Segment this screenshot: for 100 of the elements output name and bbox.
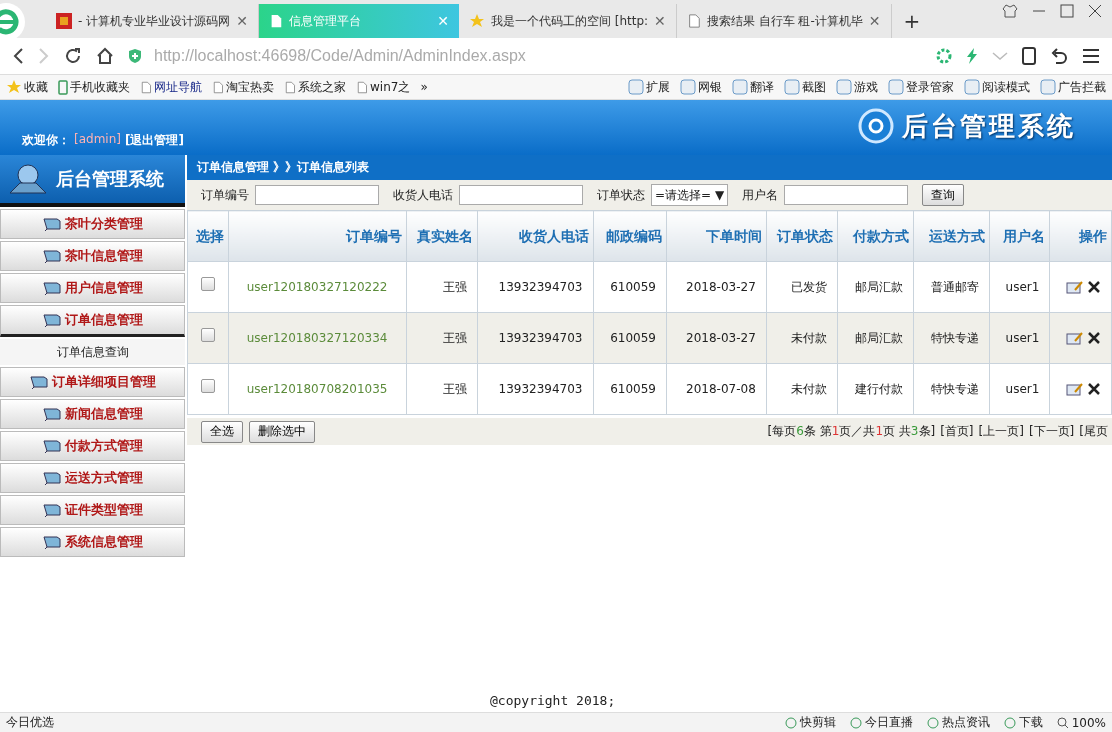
- action-button[interactable]: 删除选中: [249, 420, 315, 443]
- column-header: 邮政编码: [593, 210, 667, 262]
- chevron-down-icon[interactable]: [992, 51, 1008, 61]
- more-bookmarks-button[interactable]: »: [420, 80, 428, 94]
- input-field[interactable]: [784, 185, 909, 205]
- table-cell: 2018-03-27: [666, 312, 767, 364]
- toolbar-item[interactable]: 游戏: [836, 78, 878, 96]
- status-item[interactable]: 快剪辑: [784, 714, 836, 731]
- tablet-icon[interactable]: [1022, 47, 1036, 65]
- status-icon: [926, 716, 939, 729]
- input-field[interactable]: [255, 185, 379, 205]
- forward-icon[interactable]: [38, 48, 50, 64]
- tab-close-button[interactable]: ✕: [654, 13, 666, 29]
- tab-close-button[interactable]: ✕: [236, 13, 248, 29]
- pager-link[interactable]: [尾页: [1079, 423, 1108, 440]
- sidebar-menu-item[interactable]: 茶叶信息管理: [0, 241, 185, 271]
- delete-icon[interactable]: [1087, 382, 1101, 396]
- toolbar-item[interactable]: 扩展: [628, 78, 670, 96]
- delete-icon[interactable]: [1087, 331, 1101, 345]
- table-cell: 2018-03-27: [666, 261, 767, 313]
- pager-link[interactable]: [下一页]: [1028, 423, 1075, 440]
- star-icon: [468, 13, 485, 29]
- search-button[interactable]: 查询: [922, 184, 965, 206]
- toolbar-item[interactable]: 阅读模式: [964, 78, 1030, 96]
- back-icon[interactable]: [12, 48, 24, 64]
- field-label: 订单编号: [201, 186, 249, 204]
- shield-icon: [128, 48, 142, 64]
- action-button[interactable]: 全选: [201, 420, 243, 443]
- welcome-text: 欢迎你：: [22, 132, 70, 149]
- table-cell: 普通邮寄: [913, 261, 990, 313]
- sidebar-menu-item[interactable]: 运送方式管理: [0, 463, 185, 493]
- home-icon[interactable]: [96, 47, 114, 65]
- maximize-icon[interactable]: [1060, 4, 1074, 18]
- table-cell: user1: [989, 261, 1050, 313]
- column-header: 订单状态: [766, 210, 838, 262]
- delete-icon[interactable]: [1087, 280, 1101, 294]
- table-cell: 王强: [406, 261, 478, 313]
- table-cell: 610059: [593, 261, 667, 313]
- sidebar-menu-item[interactable]: 证件类型管理: [0, 495, 185, 525]
- toolbar-item[interactable]: 登录管家: [888, 78, 954, 96]
- tab-close-button[interactable]: ✕: [868, 13, 881, 29]
- bookmark-item[interactable]: 网址导航: [140, 78, 202, 96]
- toolbar-icon: [888, 79, 904, 95]
- close-icon[interactable]: [1088, 4, 1102, 18]
- table-cell: 建行付款: [837, 363, 914, 415]
- table-cell: 13932394703: [477, 312, 593, 364]
- bookmark-item[interactable]: 淘宝热卖: [212, 78, 274, 96]
- status-icon: [849, 716, 862, 729]
- logout-link[interactable]: [退出管理]: [124, 132, 184, 149]
- row-checkbox[interactable]: [200, 379, 215, 393]
- bookmark-item[interactable]: 收藏: [6, 78, 48, 96]
- bookmark-item[interactable]: 手机收藏夹: [58, 78, 130, 96]
- breadcrumb: 订单信息管理 》》订单信息列表: [187, 155, 1112, 180]
- toolbar-item[interactable]: 广告拦截: [1040, 78, 1106, 96]
- status-dropdown[interactable]: =请选择= ▼: [651, 184, 729, 206]
- sidebar-menu-item[interactable]: 茶叶分类管理: [0, 209, 185, 239]
- sidebar-menu-item[interactable]: 新闻信息管理: [0, 399, 185, 429]
- bookmark-item[interactable]: 系统之家: [284, 78, 346, 96]
- table-cell: user120180327120334: [228, 312, 407, 364]
- column-header: 订单编号: [228, 210, 407, 262]
- status-text: 今日优选: [6, 714, 54, 731]
- toolbar-icon: [628, 79, 644, 95]
- input-field[interactable]: [459, 185, 583, 205]
- toolbar-item[interactable]: 网银: [680, 78, 722, 96]
- column-header: 付款方式: [837, 210, 914, 262]
- toolbar-icon: [784, 79, 800, 95]
- phone-icon: [58, 79, 68, 95]
- column-header: 用户名: [989, 210, 1050, 262]
- new-tab-button[interactable]: +: [891, 9, 933, 33]
- column-header: 下单时间: [666, 210, 767, 262]
- sidebar-menu-item[interactable]: 付款方式管理: [0, 431, 185, 461]
- toolbar-icon: [680, 79, 696, 95]
- field-label: 收货人电话: [393, 186, 453, 204]
- table-cell: 13932394703: [477, 363, 593, 415]
- sidebar-menu-item[interactable]: 订单详细项目管理: [0, 367, 185, 397]
- status-item[interactable]: 下载: [1003, 714, 1043, 731]
- table-cell: 特快专递: [913, 312, 990, 364]
- pager-link[interactable]: [上一页]: [978, 423, 1024, 440]
- sidebar-subitem[interactable]: 订单信息查询: [0, 339, 185, 365]
- toolbar-item[interactable]: 截图: [784, 78, 826, 96]
- pager-link[interactable]: [首页]: [940, 423, 974, 440]
- zoom-level[interactable]: 100%: [1056, 715, 1106, 730]
- table-cell: 未付款: [766, 363, 838, 415]
- undo-icon[interactable]: [1050, 48, 1068, 64]
- row-checkbox[interactable]: [200, 277, 215, 291]
- status-item[interactable]: 今日直播: [849, 714, 913, 731]
- row-checkbox[interactable]: [200, 328, 215, 342]
- bookmark-item[interactable]: win7之: [356, 78, 411, 96]
- reload-icon[interactable]: [64, 47, 82, 65]
- sidebar-menu-item[interactable]: 订单信息管理: [0, 305, 185, 337]
- status-item[interactable]: 热点资讯: [926, 714, 990, 731]
- table-cell: user120180327120222: [228, 261, 407, 313]
- sidebar-menu-item[interactable]: 用户信息管理: [0, 273, 185, 303]
- shirt-icon[interactable]: [1002, 4, 1018, 18]
- page-icon: [284, 79, 296, 95]
- toolbar-item[interactable]: 翻译: [732, 78, 774, 96]
- sidebar-menu-item[interactable]: 系统信息管理: [0, 527, 185, 557]
- lightning-icon[interactable]: [966, 48, 978, 64]
- toolbar-icon: [1040, 79, 1056, 95]
- table-cell: user120180708201035: [228, 363, 407, 415]
